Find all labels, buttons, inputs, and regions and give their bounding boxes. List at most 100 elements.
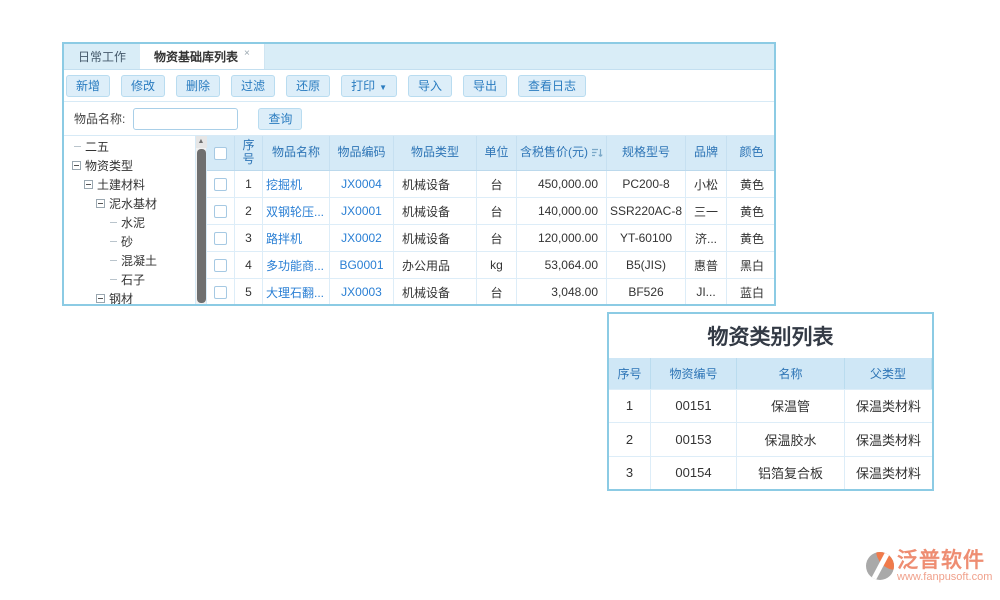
col-spec[interactable]: 规格型号: [607, 136, 686, 170]
item-name-link[interactable]: 双钢轮压...: [266, 203, 324, 220]
tree-line: [110, 241, 117, 242]
col-seq[interactable]: 序号: [241, 139, 257, 167]
item-name-link[interactable]: 路拌机: [266, 230, 302, 247]
sort-icon[interactable]: [591, 148, 603, 158]
col-price-label: 含税售价(元): [520, 146, 588, 160]
item-code-link[interactable]: JX0001: [341, 204, 382, 218]
close-icon[interactable]: ×: [244, 48, 250, 59]
cell-seq: 1: [235, 171, 263, 197]
cell-color: 黑白: [727, 252, 774, 278]
scrollbar-thumb[interactable]: [197, 149, 206, 303]
delete-button[interactable]: 删除: [176, 75, 220, 97]
cell-price: 120,000.00: [517, 225, 607, 251]
col-color[interactable]: 颜色: [727, 136, 774, 170]
tree-item-civil-materials[interactable]: 土建材料: [64, 175, 195, 194]
tree-item-sand[interactable]: 砂: [64, 232, 195, 251]
col-name[interactable]: 名称: [737, 358, 845, 389]
add-button[interactable]: 新增: [66, 75, 110, 97]
cell-price: 3,048.00: [517, 279, 607, 304]
tree-item-label: 钢材: [109, 290, 133, 304]
table-row[interactable]: 3 路拌机 JX0002 机械设备 台 120,000.00 YT-60100 …: [207, 225, 774, 252]
import-button[interactable]: 导入: [408, 75, 452, 97]
item-code-link[interactable]: JX0004: [341, 177, 382, 191]
tree-item-mortar-base[interactable]: 泥水基材: [64, 194, 195, 213]
tree-item[interactable]: 二五: [64, 137, 195, 156]
table-row[interactable]: 4 多功能商... BG0001 办公用品 kg 53,064.00 B5(JI…: [207, 252, 774, 279]
col-material-code[interactable]: 物资编号: [651, 358, 737, 389]
category-row[interactable]: 3 00154 铝箔复合板 保温类材料: [609, 456, 932, 490]
row-checkbox[interactable]: [214, 286, 227, 299]
col-item-name[interactable]: 物品名称: [263, 136, 330, 170]
materials-library-window: 日常工作 物资基础库列表 × 新增 修改 删除 过滤 还原 打印▼ 导入 导出 …: [62, 42, 776, 306]
item-code-link[interactable]: JX0002: [341, 231, 382, 245]
col-parent-type[interactable]: 父类型: [845, 358, 932, 389]
row-checkbox[interactable]: [214, 259, 227, 272]
page: 日常工作 物资基础库列表 × 新增 修改 删除 过滤 还原 打印▼ 导入 导出 …: [0, 0, 1000, 600]
col-price[interactable]: 含税售价(元): [517, 136, 607, 170]
col-unit[interactable]: 单位: [477, 136, 517, 170]
cell-spec: BF526: [607, 279, 686, 304]
tree-item-concrete[interactable]: 混凝土: [64, 251, 195, 270]
toolbar: 新增 修改 删除 过滤 还原 打印▼ 导入 导出 查看日志: [64, 70, 774, 102]
item-name-link[interactable]: 挖掘机: [266, 176, 302, 193]
row-checkbox[interactable]: [214, 232, 227, 245]
tab-bar: 日常工作 物资基础库列表 ×: [64, 44, 774, 70]
tree-scrollbar[interactable]: ▲: [196, 136, 207, 304]
collapse-icon[interactable]: [96, 294, 105, 303]
filter-button[interactable]: 过滤: [231, 75, 275, 97]
tree-item-material-type[interactable]: 物资类型: [64, 156, 195, 175]
row-checkbox[interactable]: [214, 205, 227, 218]
tree-item-label: 混凝土: [121, 252, 157, 269]
cell-name: 铝箔复合板: [737, 457, 845, 490]
collapse-icon[interactable]: [72, 161, 81, 170]
cell-color: 黄色: [727, 198, 774, 224]
cell-spec: YT-60100: [607, 225, 686, 251]
category-tree: 二五 物资类型 土建材料 泥水基材 水泥: [64, 136, 196, 304]
chevron-down-icon: ▼: [379, 83, 387, 92]
item-code-link[interactable]: JX0003: [341, 285, 382, 299]
tree-item-cement[interactable]: 水泥: [64, 213, 195, 232]
col-brand[interactable]: 品牌: [686, 136, 727, 170]
table-row[interactable]: 1 挖掘机 JX0004 机械设备 台 450,000.00 PC200-8 小…: [207, 171, 774, 198]
col-item-type[interactable]: 物品类型: [394, 136, 477, 170]
cell-parent: 保温类材料: [845, 390, 932, 423]
tree-item-stone[interactable]: 石子: [64, 270, 195, 289]
cell-brand: 三一: [686, 198, 727, 224]
export-button[interactable]: 导出: [463, 75, 507, 97]
collapse-icon[interactable]: [96, 199, 105, 208]
scroll-up-icon[interactable]: ▲: [196, 136, 207, 148]
col-seq[interactable]: 序号: [609, 358, 651, 389]
item-name-label: 物品名称:: [74, 110, 125, 127]
cell-spec: PC200-8: [607, 171, 686, 197]
tab-materials-library[interactable]: 物资基础库列表 ×: [140, 44, 265, 69]
item-name-link[interactable]: 多功能商...: [266, 257, 324, 274]
restore-button[interactable]: 还原: [286, 75, 330, 97]
table-row[interactable]: 2 双钢轮压... JX0001 机械设备 台 140,000.00 SSR22…: [207, 198, 774, 225]
select-all-checkbox[interactable]: [214, 147, 227, 160]
cell-brand: 小松: [686, 171, 727, 197]
cell-type: 机械设备: [394, 279, 477, 304]
collapse-icon[interactable]: [84, 180, 93, 189]
print-button[interactable]: 打印▼: [341, 75, 397, 97]
item-name-link[interactable]: 大理石翻...: [266, 284, 324, 301]
tree-item-steel[interactable]: 钢材: [64, 289, 195, 304]
cell-seq: 3: [235, 225, 263, 251]
category-row[interactable]: 2 00153 保温胶水 保温类材料: [609, 422, 932, 456]
category-row[interactable]: 1 00151 保温管 保温类材料: [609, 389, 932, 423]
query-button[interactable]: 查询: [258, 108, 302, 130]
table-row[interactable]: 5 大理石翻... JX0003 机械设备 台 3,048.00 BF526 J…: [207, 279, 774, 304]
cell-unit: 台: [477, 171, 517, 197]
tab-daily-work[interactable]: 日常工作: [64, 44, 140, 69]
content-area: 二五 物资类型 土建材料 泥水基材 水泥: [64, 136, 774, 304]
item-name-input[interactable]: [133, 108, 238, 130]
material-category-panel: 物资类别列表 序号 物资编号 名称 父类型 1 00151 保温管 保温类材料 …: [607, 312, 934, 491]
col-item-code[interactable]: 物品编码: [330, 136, 394, 170]
row-checkbox[interactable]: [214, 178, 227, 191]
tree-item-label: 土建材料: [97, 176, 145, 193]
cell-spec: SSR220AC-8: [607, 198, 686, 224]
tree-line: [110, 279, 117, 280]
edit-button[interactable]: 修改: [121, 75, 165, 97]
item-code-link[interactable]: BG0001: [339, 258, 383, 272]
cell-seq: 1: [609, 390, 651, 423]
view-log-button[interactable]: 查看日志: [518, 75, 586, 97]
